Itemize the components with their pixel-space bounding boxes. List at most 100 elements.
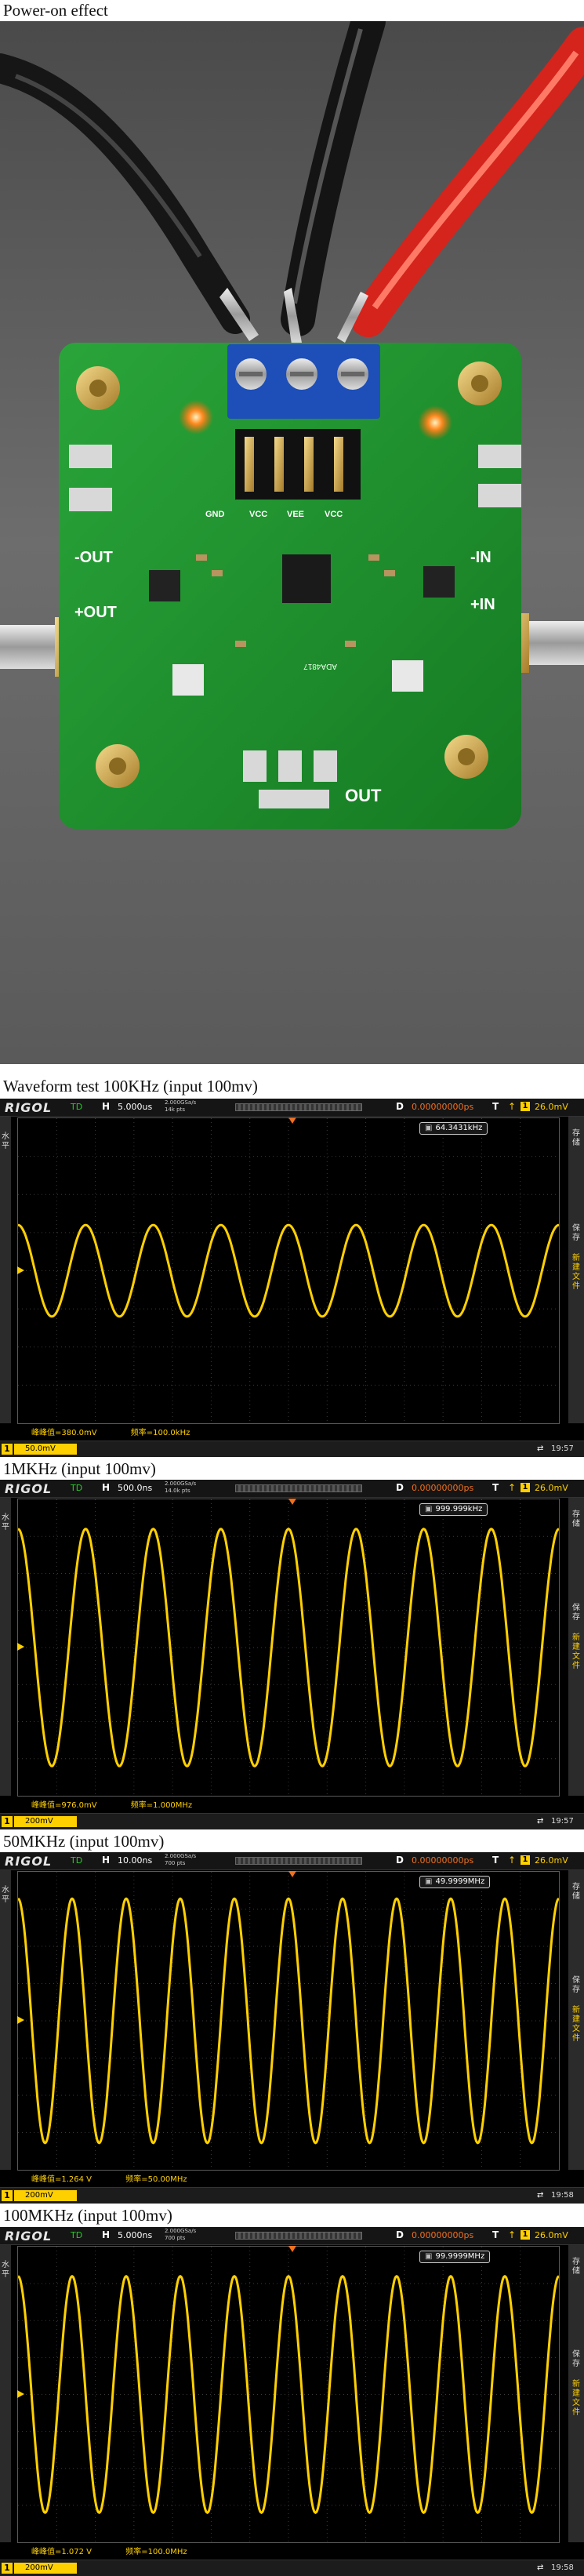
storage-menu-label[interactable]: 存储: [569, 1129, 583, 1148]
scope-top-bar: RIGOL TD H 500.0ns 2.000GSa/s 14.0k pts D…: [0, 1480, 584, 1498]
trigger-position-marker[interactable]: [288, 1871, 296, 1877]
delay-value[interactable]: 0.00000000ps: [412, 1102, 473, 1112]
horizontal-menu-label: 水平: [2, 1886, 9, 1904]
horizontal-menu-label: 水平: [2, 2261, 9, 2279]
memory-bar: [235, 2232, 362, 2240]
waveform-svg: [18, 1872, 559, 2170]
label-in-minus: -IN: [470, 549, 492, 566]
channel-1-badge[interactable]: 1: [2, 1444, 13, 1455]
memory-bar: [235, 1857, 362, 1865]
channel-1-scale[interactable]: 50.0mV: [14, 1444, 77, 1455]
board-illustration: ADA4817 -OUT +OUT -IN +IN OUT GND VCC VE…: [0, 21, 584, 1064]
right-menu-tab[interactable]: 存储 保存 新建文件: [568, 1498, 584, 1796]
rigol-logo: RIGOL: [5, 2229, 53, 2244]
storage-menu-label[interactable]: 存储: [569, 1883, 583, 1902]
channel-1-scale[interactable]: 200mV: [14, 1816, 77, 1827]
sample-rate-value: 2.000GSa/s: [165, 1099, 197, 1106]
channel-1-ground-marker[interactable]: [17, 2389, 24, 2398]
rigol-logo: RIGOL: [5, 1481, 53, 1496]
label-in-plus: +IN: [470, 596, 495, 613]
delay-value[interactable]: 0.00000000ps: [412, 2230, 473, 2240]
scope1-caption: Waveform test 100KHz (input 100mv): [3, 1077, 258, 1095]
trigger-position-marker[interactable]: [288, 1499, 296, 1505]
delay-value[interactable]: 0.00000000ps: [412, 1855, 473, 1866]
delay-label: D: [396, 1101, 404, 1112]
channel-1-badge[interactable]: 1: [2, 1816, 13, 1827]
channel-1-ground-marker[interactable]: [17, 1266, 24, 1274]
right-menu-tab[interactable]: 存储 保存 新建文件: [568, 2245, 584, 2542]
left-menu-tab[interactable]: 水平: [0, 1117, 11, 1423]
left-menu-tab[interactable]: 水平: [0, 1498, 11, 1796]
frequency-counter-value: 64.3431kHz: [435, 1124, 483, 1132]
rising-edge-icon: ↑: [508, 2229, 517, 2240]
scope-bottom-bar: 1 50.0mV ⇄ 19:57: [0, 1441, 584, 1457]
storage-menu-label[interactable]: 存储: [569, 2258, 583, 2276]
pin-label-4: VCC: [325, 510, 343, 519]
measurement-readouts: 峰峰值=1.264 V 频率=50.00MHz: [31, 2172, 219, 2184]
trigger-position-marker[interactable]: [288, 1117, 296, 1124]
horizontal-menu-label: 水平: [2, 1513, 9, 1531]
channel-1-scale[interactable]: 200mV: [14, 2190, 77, 2201]
trigger-position-marker[interactable]: [288, 2246, 296, 2252]
sample-rate: 2.000GSa/s 14.0k pts: [165, 1481, 196, 1495]
trigger-level[interactable]: 26.0mV: [535, 1483, 568, 1493]
scope-top-bar: RIGOL TD H 10.00ns 2.000GSa/s 700 pts D 0…: [0, 1852, 584, 1870]
save-menu-label[interactable]: 保存: [569, 2350, 583, 2369]
left-menu-tab[interactable]: 水平: [0, 1870, 11, 2170]
new-file-menu-label[interactable]: 新建文件: [569, 2006, 583, 2044]
horizontal-label: H: [102, 1855, 111, 1866]
usb-icon: ⇄: [537, 1444, 544, 1453]
sample-rate: 2.000GSa/s 700 pts: [165, 1853, 196, 1867]
trigger-level[interactable]: 26.0mV: [535, 1102, 568, 1112]
sample-rate-value: 2.000GSa/s: [165, 2228, 197, 2234]
pin-label-3: VEE: [287, 510, 304, 519]
usb-icon: ⇄: [537, 2191, 544, 2200]
pin-label-2: VCC: [249, 510, 267, 519]
led-right: [418, 405, 452, 440]
timebase-value[interactable]: 5.000us: [118, 1102, 152, 1112]
trigger-level[interactable]: 26.0mV: [535, 2230, 568, 2240]
delay-value[interactable]: 0.00000000ps: [412, 1483, 473, 1493]
new-file-menu-label[interactable]: 新建文件: [569, 1633, 583, 1671]
clock-time: 19:58: [551, 2563, 574, 2572]
scope-bottom-bar: 1 200mV ⇄ 19:58: [0, 2187, 584, 2204]
scope-capture-2: RIGOL TD H 500.0ns 2.000GSa/s 14.0k pts D…: [0, 1480, 584, 1829]
sample-rate: 2.000GSa/s 700 pts: [165, 2228, 196, 2242]
left-menu-tab[interactable]: 水平: [0, 2245, 11, 2542]
timebase-value[interactable]: 5.000ns: [118, 2230, 152, 2240]
timebase-value[interactable]: 500.0ns: [118, 1483, 152, 1493]
trigger-level[interactable]: 26.0mV: [535, 1855, 568, 1866]
clock-time: 19:58: [551, 2191, 574, 2200]
measurement-readouts: 峰峰值=1.072 V 频率=100.0MHz: [31, 2545, 219, 2556]
channel-1-ground-marker[interactable]: [17, 2016, 24, 2024]
trigger-label: T: [492, 1482, 499, 1493]
run-mode: TD: [71, 1855, 83, 1866]
channel-1-badge[interactable]: 1: [2, 2563, 13, 2574]
save-menu-label[interactable]: 保存: [569, 1976, 583, 1995]
photo-caption: Power-on effect: [3, 1, 108, 20]
model-text: ADA4817: [303, 662, 337, 670]
frequency-counter-value: 99.9999MHz: [435, 2252, 485, 2261]
frequency-counter: ▣ 49.9999MHz: [419, 1876, 491, 1888]
right-menu-tab[interactable]: 存储 保存 新建文件: [568, 1117, 584, 1423]
label-out-minus: -OUT: [74, 549, 113, 566]
scope-bottom-bar: 1 200mV ⇄ 19:58: [0, 2560, 584, 2576]
save-menu-label[interactable]: 保存: [569, 1224, 583, 1243]
channel-1-scale[interactable]: 200mV: [14, 2563, 77, 2574]
channel-1-ground-marker[interactable]: [17, 1643, 24, 1651]
channel-1-badge[interactable]: 1: [2, 2190, 13, 2201]
waveform-grid: [17, 1117, 560, 1424]
counter-icon: ▣: [425, 1124, 433, 1132]
counter-icon: ▣: [425, 2252, 433, 2261]
right-menu-tab[interactable]: 存储 保存 新建文件: [568, 1870, 584, 2170]
trigger-channel-badge: 1: [521, 1855, 530, 1865]
counter-icon: ▣: [425, 1877, 433, 1886]
counter-icon: ▣: [425, 1505, 433, 1513]
new-file-menu-label[interactable]: 新建文件: [569, 1254, 583, 1292]
storage-menu-label[interactable]: 存储: [569, 1510, 583, 1529]
new-file-menu-label[interactable]: 新建文件: [569, 2380, 583, 2418]
scope-capture-3: RIGOL TD H 10.00ns 2.000GSa/s 700 pts D 0…: [0, 1852, 584, 2204]
save-menu-label[interactable]: 保存: [569, 1604, 583, 1622]
trigger-label: T: [492, 1855, 499, 1866]
timebase-value[interactable]: 10.00ns: [118, 1855, 152, 1866]
